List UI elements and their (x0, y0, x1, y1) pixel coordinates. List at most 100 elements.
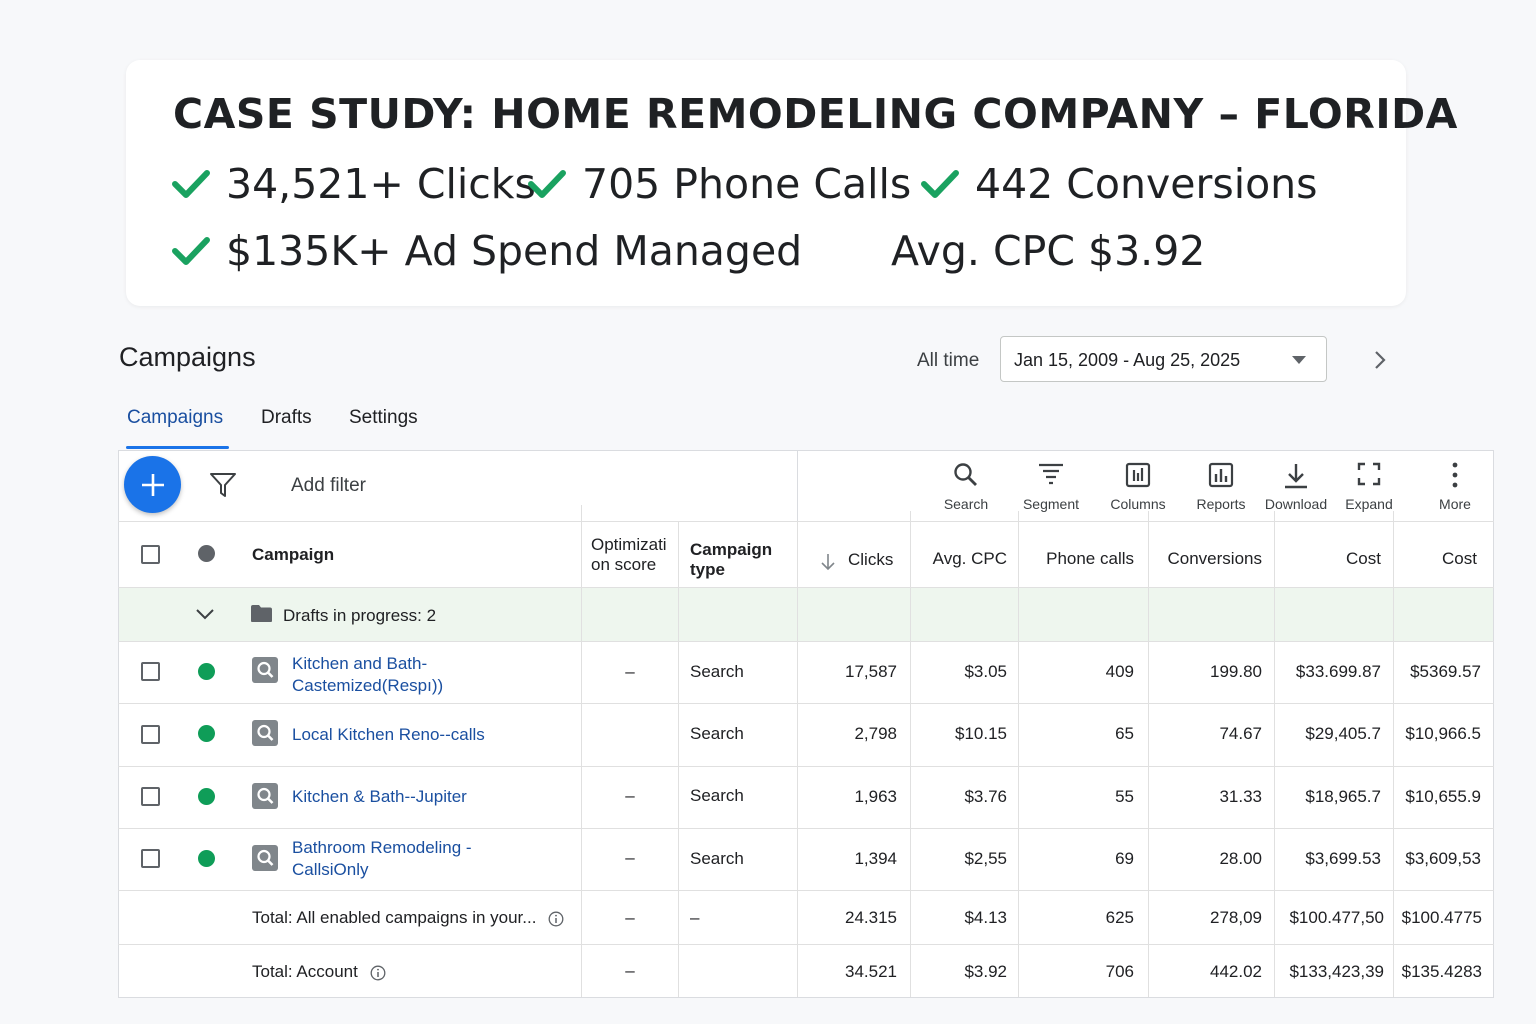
row-divider (118, 828, 1494, 829)
search-tool-button[interactable]: Search (926, 462, 1006, 512)
checkmark-icon (172, 170, 210, 198)
row-checkbox[interactable] (141, 725, 160, 744)
cost-2-cell: $5369.57 (1410, 662, 1481, 681)
cost-2-cell: $10,655.9 (1405, 787, 1481, 806)
add-filter-button[interactable]: Add filter (291, 475, 366, 497)
cost-cell: $100.477,50 (1289, 908, 1384, 927)
row-divider (118, 521, 1494, 522)
column-header-clicks-label: Clicks (848, 550, 894, 569)
avg-cpc-cell: $4.13 (964, 908, 1007, 927)
stat-avg-cpc: Avg. CPC $3.92 (891, 227, 1205, 275)
column-header-type-line1: Campaign (690, 540, 773, 559)
campaign-name-link[interactable]: Bathroom Remodeling - CallsiOnly (292, 837, 472, 881)
column-header-opt-line2: on score (591, 555, 657, 574)
date-range-value: Jan 15, 2009 - Aug 25, 2025 (1014, 350, 1241, 370)
column-header-cost-2[interactable]: Cost (1394, 549, 1477, 569)
columns-tool-label: Columns (1110, 496, 1166, 512)
status-enabled-dot (198, 725, 215, 742)
reports-tool-button[interactable]: Reports (1181, 462, 1261, 512)
phone-calls-cell: 55 (1115, 787, 1134, 806)
column-header-opt-line1: Optimizati (591, 535, 667, 554)
info-icon[interactable] (548, 911, 564, 927)
optimization-score-cell: – (625, 848, 635, 867)
column-header-campaign[interactable]: Campaign (252, 545, 334, 565)
add-campaign-button[interactable] (124, 456, 181, 513)
campaign-name-link[interactable]: Local Kitchen Reno--calls (292, 724, 485, 746)
column-header-optimization-score[interactable]: Optimizati on score (591, 535, 667, 575)
stat-conversions-text: 442 Conversions (975, 160, 1318, 208)
phone-calls-cell: 625 (1105, 908, 1134, 927)
checkmark-icon (172, 237, 210, 265)
case-study-title: CASE STUDY: HOME REMODELING COMPANY – FL… (173, 90, 1458, 138)
row-checkbox[interactable] (141, 849, 160, 868)
avg-cpc-cell: $10.15 (955, 724, 1007, 743)
cost-cell: $33.699.87 (1295, 662, 1381, 681)
campaign-type-cell: Search (690, 662, 744, 681)
stat-phone-calls: 705 Phone Calls (528, 160, 911, 208)
more-tool-label: More (1439, 496, 1471, 512)
chevron-right-icon[interactable] (1372, 349, 1388, 371)
select-all-checkbox[interactable] (141, 545, 160, 564)
page-title: Campaigns (119, 342, 256, 372)
row-divider (118, 703, 1494, 704)
conversions-cell: 278,09 (1210, 908, 1262, 927)
phone-calls-cell: 706 (1105, 962, 1134, 981)
expand-tool-button[interactable]: Expand (1329, 462, 1409, 512)
more-tool-button[interactable]: More (1415, 462, 1495, 512)
checkmark-icon (528, 170, 566, 198)
case-study-card: CASE STUDY: HOME REMODELING COMPANY – FL… (126, 60, 1457, 306)
campaign-name-line1: Kitchen and Bath- (292, 654, 428, 673)
date-range-picker[interactable]: Jan 15, 2009 - Aug 25, 2025 (1000, 336, 1327, 382)
download-tool-button[interactable]: Download (1256, 462, 1336, 512)
stat-clicks-text: 34,521+ Clicks (226, 160, 536, 208)
avg-cpc-cell: $3.76 (964, 787, 1007, 806)
drafts-in-progress-label[interactable]: Drafts in progress: 2 (283, 606, 436, 626)
optimization-score-cell: – (625, 786, 635, 805)
clicks-cell: 1,963 (854, 787, 897, 806)
dropdown-caret-icon (1292, 356, 1306, 364)
total-account-text: Total: Account (252, 962, 358, 981)
column-header-clicks[interactable]: Clicks (820, 549, 893, 571)
column-header-avg-cpc[interactable]: Avg. CPC (911, 549, 1007, 569)
column-header-cost[interactable]: Cost (1275, 549, 1381, 569)
chevron-down-icon[interactable] (195, 608, 215, 620)
tab-settings[interactable]: Settings (349, 407, 418, 429)
info-icon[interactable] (370, 965, 386, 981)
tab-campaigns[interactable]: Campaigns (127, 407, 223, 429)
campaign-name-line2: Castemized(Respı)) (292, 676, 444, 695)
phone-calls-cell: 69 (1115, 849, 1134, 868)
column-header-phone-calls[interactable]: Phone calls (1019, 549, 1134, 569)
tab-drafts[interactable]: Drafts (261, 407, 312, 429)
cost-2-cell: $10,966.5 (1405, 724, 1481, 743)
cost-2-cell: $135.4283 (1401, 962, 1482, 981)
row-checkbox[interactable] (141, 787, 160, 806)
row-checkbox[interactable] (141, 662, 160, 681)
status-enabled-dot (198, 663, 215, 680)
total-account-label: Total: Account (252, 962, 386, 982)
campaign-name-link[interactable]: Kitchen and Bath- Castemized(Respı)) (292, 653, 443, 697)
segment-tool-button[interactable]: Segment (1011, 462, 1091, 512)
avg-cpc-cell: $3.92 (964, 962, 1007, 981)
row-divider (118, 944, 1494, 945)
expand-icon (1357, 462, 1381, 486)
total-enabled-label: Total: All enabled campaigns in your... (252, 908, 564, 928)
optimization-score-cell: – (625, 961, 635, 980)
stat-conversions: 442 Conversions (921, 160, 1318, 208)
campaign-type-cell: Search (690, 849, 744, 868)
columns-tool-button[interactable]: Columns (1098, 462, 1178, 512)
conversions-cell: 31.33 (1219, 787, 1262, 806)
filter-icon[interactable] (209, 472, 237, 498)
more-vert-icon (1452, 462, 1458, 488)
stat-avg-cpc-text: Avg. CPC $3.92 (891, 227, 1206, 275)
column-header-campaign-type[interactable]: Campaign type (690, 540, 772, 580)
folder-icon (251, 605, 272, 622)
column-header-conversions[interactable]: Conversions (1149, 549, 1263, 569)
row-divider (118, 890, 1494, 891)
campaign-name-link[interactable]: Kitchen & Bath--Jupiter (292, 786, 467, 808)
search-campaign-icon (252, 845, 278, 871)
clicks-cell: 2,798 (854, 724, 897, 743)
column-divider (678, 521, 679, 997)
status-enabled-dot (198, 850, 215, 867)
status-column-icon (198, 545, 215, 562)
date-range-label: All time (917, 350, 980, 371)
